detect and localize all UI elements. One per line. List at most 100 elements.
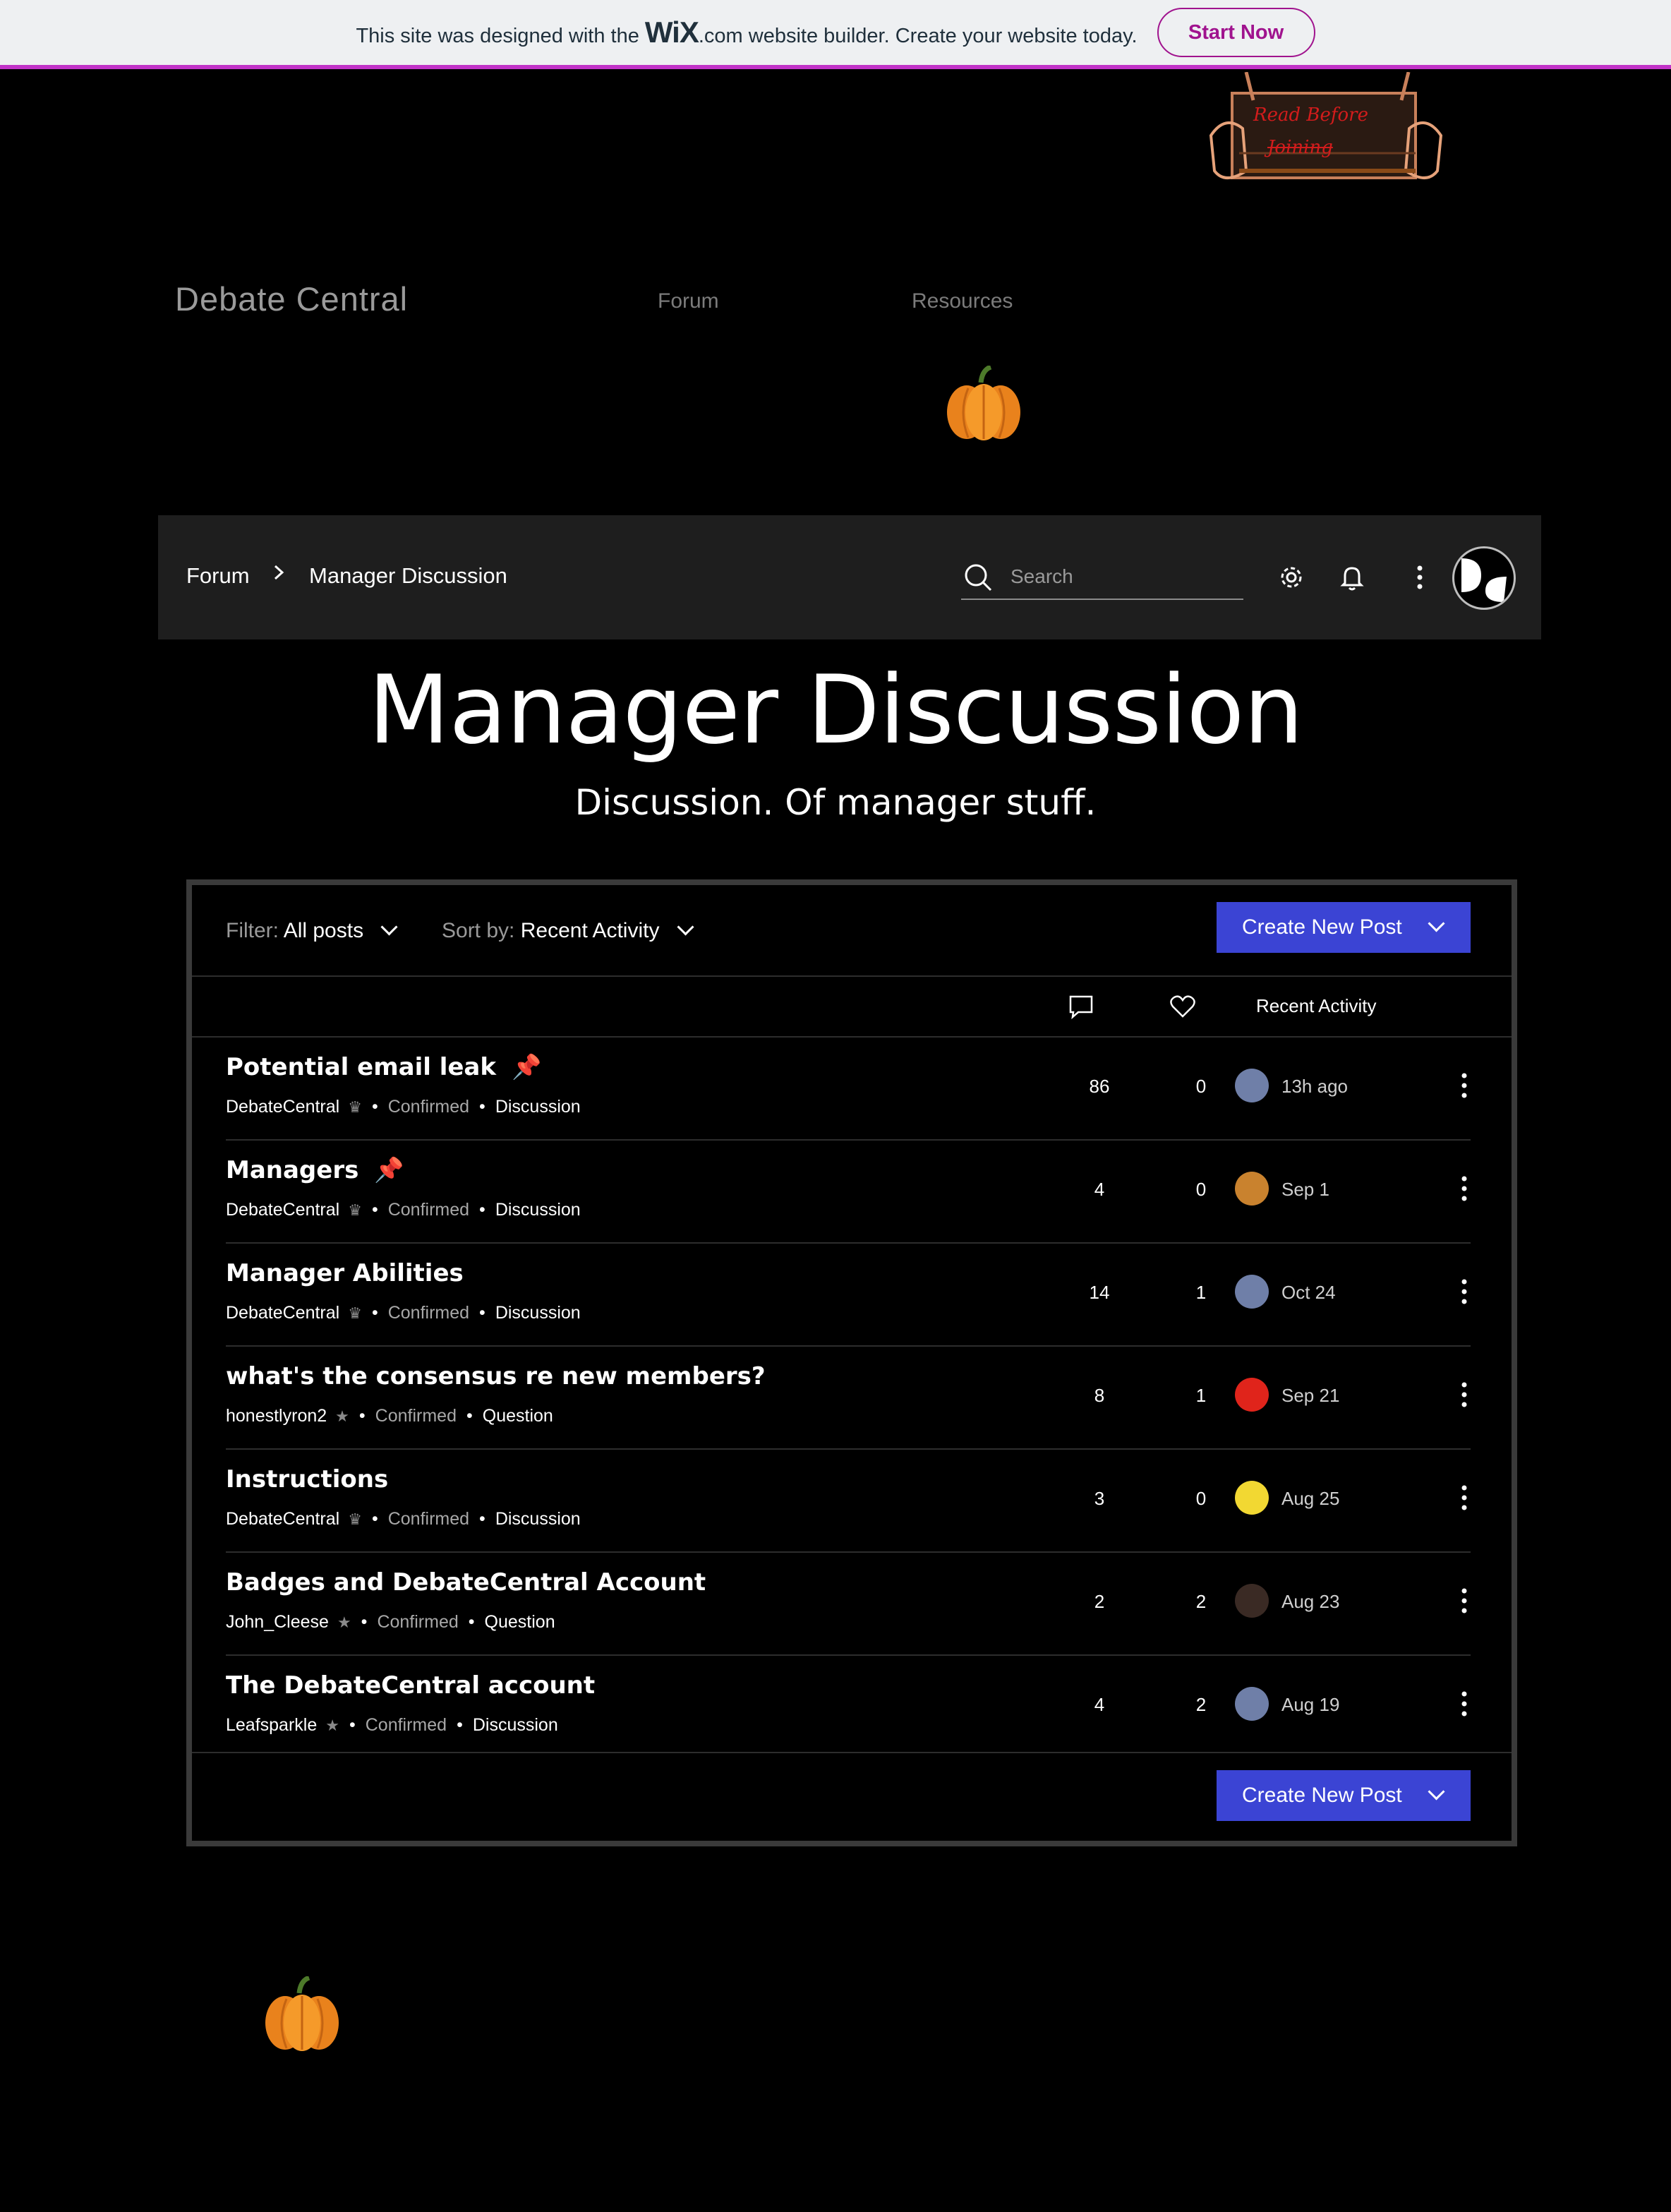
star-badge-icon: ★ [335, 1407, 349, 1425]
star-badge-icon: ★ [337, 1613, 351, 1631]
post-row[interactable]: Manager Abilities DebateCentral ♛ • Confirme… [226, 1244, 1471, 1347]
activity-avatar[interactable] [1235, 1481, 1269, 1515]
wix-banner-text: This site was designed with the WiX.com … [356, 16, 1137, 49]
post-author[interactable]: John_Cleese [226, 1612, 329, 1632]
post-title[interactable]: Manager Abilities [226, 1259, 464, 1287]
comment-icon [1069, 995, 1093, 1020]
activity-avatar[interactable] [1235, 1584, 1269, 1618]
heart-icon [1170, 995, 1195, 1018]
post-more-icon[interactable] [1454, 1070, 1475, 1101]
like-count: 1 [1195, 1282, 1207, 1303]
post-author[interactable]: DebateCentral [226, 1303, 339, 1323]
more-icon[interactable] [1404, 562, 1435, 593]
create-new-post-button-bottom[interactable]: Create New Post [1217, 1770, 1471, 1821]
post-category[interactable]: Discussion [495, 1097, 581, 1117]
post-title-text[interactable]: Potential email leak [226, 1053, 496, 1081]
sort-value: Recent Activity [520, 919, 660, 942]
post-author[interactable]: DebateCentral [226, 1509, 339, 1529]
post-row[interactable]: The DebateCentral account Leafsparkle ★ • Co… [226, 1656, 1471, 1757]
post-more-icon[interactable] [1454, 1379, 1475, 1410]
nav-resources[interactable]: Resources [912, 289, 1013, 313]
breadcrumb-forum[interactable]: Forum [186, 563, 250, 589]
post-row[interactable]: Managers 📌 DebateCentral ♛ • Confirmed • Discus… [226, 1141, 1471, 1244]
post-status: Confirmed [365, 1715, 447, 1735]
comment-count: 2 [1094, 1591, 1105, 1612]
activity-date: Aug 19 [1281, 1694, 1340, 1715]
chevron-down-icon [1428, 1782, 1445, 1801]
post-more-icon[interactable] [1454, 1482, 1475, 1513]
post-more-icon[interactable] [1454, 1585, 1475, 1616]
nav-forum[interactable]: Forum [658, 289, 719, 313]
search-icon[interactable] [963, 562, 994, 593]
post-title-text[interactable]: what's the consensus re new members? [226, 1362, 766, 1390]
breadcrumb-manager-discussion[interactable]: Manager Discussion [309, 563, 507, 589]
post-more-icon[interactable] [1454, 1276, 1475, 1307]
post-author[interactable]: DebateCentral [226, 1097, 339, 1117]
post-meta: DebateCentral ♛ • Confirmed • Discussion [226, 1097, 581, 1117]
crown-badge-icon: ♛ [348, 1304, 362, 1322]
pin-icon: 📌 [374, 1156, 404, 1184]
post-title[interactable]: Badges and DebateCentral Account [226, 1568, 706, 1597]
start-now-button[interactable]: Start Now [1157, 8, 1315, 57]
post-more-icon[interactable] [1454, 1173, 1475, 1204]
post-more-icon[interactable] [1454, 1688, 1475, 1719]
post-row[interactable]: Badges and DebateCentral Account John_Cle… [226, 1553, 1471, 1656]
like-count: 0 [1195, 1076, 1207, 1097]
post-row[interactable]: what's the consensus re new members? hone… [226, 1347, 1471, 1450]
filter-dropdown[interactable]: Filter: All posts [226, 918, 398, 943]
post-title-text[interactable]: Instructions [226, 1465, 388, 1493]
post-meta: DebateCentral ♛ • Confirmed • Discussion [226, 1303, 581, 1323]
post-title[interactable]: what's the consensus re new members? [226, 1362, 766, 1390]
search-input[interactable] [1009, 562, 1238, 591]
separator-dot: • [457, 1715, 463, 1735]
chevron-down-icon [677, 918, 694, 936]
post-title-text[interactable]: Manager Abilities [226, 1259, 464, 1287]
activity-date: Aug 23 [1281, 1591, 1340, 1612]
pumpkin-icon [263, 1975, 342, 2054]
activity-avatar[interactable] [1235, 1275, 1269, 1309]
breadcrumb-chevron-icon [271, 562, 288, 589]
post-category[interactable]: Discussion [473, 1715, 558, 1735]
read-before-joining-sign[interactable]: Read Before Joining [1204, 71, 1448, 196]
activity-date: Oct 24 [1281, 1282, 1336, 1303]
bell-icon[interactable] [1337, 562, 1368, 593]
post-title-text[interactable]: The DebateCentral account [226, 1671, 595, 1700]
post-title[interactable]: Managers 📌 [226, 1156, 404, 1184]
comment-count: 4 [1094, 1179, 1105, 1200]
settings-icon[interactable] [1276, 562, 1307, 593]
post-category[interactable]: Discussion [495, 1303, 581, 1323]
wix-logo[interactable]: WiX [645, 16, 699, 49]
activity-avatar[interactable] [1235, 1378, 1269, 1412]
sign-text-line1: Read Before [1253, 104, 1368, 126]
post-category[interactable]: Discussion [495, 1509, 581, 1529]
activity-avatar[interactable] [1235, 1069, 1269, 1102]
post-title[interactable]: Potential email leak 📌 [226, 1053, 541, 1081]
sign-illustration [1209, 71, 1443, 179]
separator-dot: • [479, 1509, 485, 1529]
user-avatar[interactable] [1452, 546, 1516, 610]
activity-avatar[interactable] [1235, 1687, 1269, 1721]
post-title[interactable]: The DebateCentral account [226, 1671, 595, 1700]
separator-dot: • [479, 1200, 485, 1220]
wix-banner-text-before: This site was designed with the [356, 25, 639, 47]
post-row[interactable]: Potential email leak 📌 DebateCentral ♛ • Conf… [226, 1038, 1471, 1141]
site-title[interactable]: Debate Central [175, 279, 408, 318]
post-row[interactable]: Instructions DebateCentral ♛ • Confirmed • Dis… [226, 1450, 1471, 1553]
post-category[interactable]: Discussion [495, 1200, 581, 1220]
sort-dropdown[interactable]: Sort by: Recent Activity [442, 918, 694, 943]
create-new-post-button[interactable]: Create New Post [1217, 902, 1471, 953]
post-meta: Leafsparkle ★ • Confirmed • Discussion [226, 1715, 558, 1736]
sign-text-line2: Joining [1267, 137, 1333, 158]
post-title-text[interactable]: Badges and DebateCentral Account [226, 1568, 706, 1597]
post-author[interactable]: honestlyron2 [226, 1406, 327, 1426]
post-author[interactable]: DebateCentral [226, 1200, 339, 1220]
post-author[interactable]: Leafsparkle [226, 1715, 317, 1735]
post-title-text[interactable]: Managers [226, 1156, 358, 1184]
post-category[interactable]: Question [483, 1406, 553, 1426]
post-title[interactable]: Instructions [226, 1465, 388, 1493]
separator-dot: • [479, 1097, 485, 1117]
activity-avatar[interactable] [1235, 1172, 1269, 1206]
wix-banner-text-after: .com website builder. Create your websit… [698, 25, 1138, 47]
post-category[interactable]: Question [485, 1612, 555, 1632]
search-box[interactable] [961, 558, 1243, 600]
